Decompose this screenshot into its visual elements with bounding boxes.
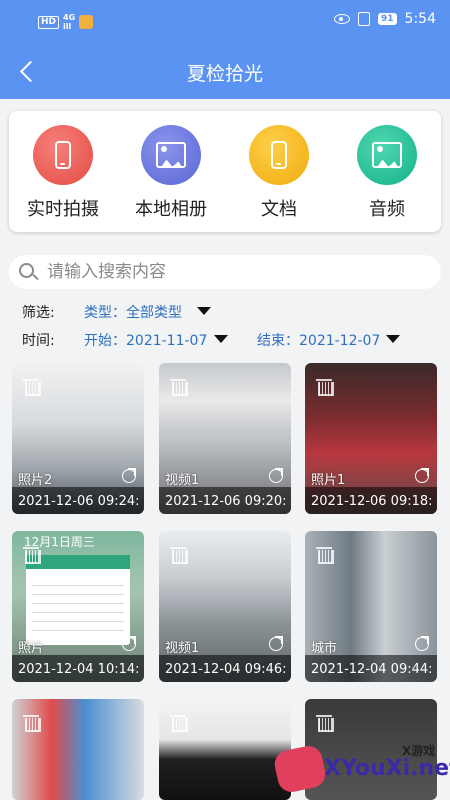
media-name: 视频1 (165, 641, 200, 656)
share-icon[interactable] (122, 468, 136, 483)
share-icon[interactable] (122, 636, 136, 651)
trash-icon[interactable] (23, 715, 41, 732)
media-footer: 2021-12-04 10:14: (12, 655, 144, 682)
signal-icon: 4G ill (63, 13, 76, 31)
media-item[interactable]: 视频1 2021-12-04 09:46: (159, 531, 291, 682)
trash-icon[interactable] (170, 379, 188, 396)
source-album-button[interactable]: 本地相册 (123, 125, 219, 232)
filter-label: 筛选: (22, 305, 55, 321)
source-label: 文档 (261, 199, 297, 220)
image-icon (372, 142, 402, 168)
media-time: 2021-12-04 09:44: (311, 662, 433, 677)
type-filter[interactable]: 类型：全部类型 (84, 302, 182, 322)
album-source-icon (141, 125, 201, 185)
clock: 5:54 (404, 11, 436, 27)
media-name: 照片1 (311, 473, 346, 488)
media-footer: 2021-12-06 09:20: (159, 487, 291, 514)
battery-icon: 91 (378, 13, 397, 25)
site-watermark: X游戏 XYouXi.net (272, 740, 450, 800)
trash-icon[interactable] (23, 547, 41, 564)
source-label: 本地相册 (135, 199, 207, 220)
audio-source-icon (357, 125, 417, 185)
trash-icon[interactable] (316, 379, 334, 396)
gamepad-logo-icon (272, 743, 328, 795)
media-name: 城市 (311, 641, 338, 656)
search-bar (9, 255, 441, 289)
calendar-preview (26, 555, 130, 645)
share-icon[interactable] (415, 468, 429, 483)
end-date-filter[interactable]: 结束：2021-12-07 (257, 330, 380, 350)
media-item[interactable]: 照片2 2021-12-06 09:24: (12, 363, 144, 514)
media-time: 2021-12-06 09:18: (311, 494, 433, 509)
media-item[interactable]: 12月1日周三 照片 2021-12-04 10:14: (12, 531, 144, 682)
media-footer: 2021-12-04 09:46: (159, 655, 291, 682)
source-card: 实时拍摄 本地相册 文档 音频 (9, 111, 441, 232)
phone-icon (271, 141, 287, 169)
end-date-dropdown-icon[interactable] (386, 335, 400, 343)
hd-badge: HD (38, 15, 60, 29)
calendar-grid (32, 583, 124, 639)
trash-icon[interactable] (170, 547, 188, 564)
eye-icon (334, 14, 351, 24)
media-time: 2021-12-06 09:20: (165, 494, 287, 509)
app-notification-icon (79, 15, 94, 29)
share-icon[interactable] (269, 636, 283, 651)
media-footer: 2021-12-04 09:44: (305, 655, 437, 682)
status-bar: HD 4G ill 91 5:54 (0, 0, 450, 44)
image-icon (156, 142, 186, 168)
source-label: 实时拍摄 (27, 199, 99, 220)
source-camera-button[interactable]: 实时拍摄 (15, 125, 111, 232)
media-time: 2021-12-04 09:46: (165, 662, 287, 677)
search-input[interactable] (47, 255, 427, 289)
source-audio-button[interactable]: 音频 (339, 125, 435, 232)
trash-icon[interactable] (170, 715, 188, 732)
trash-icon[interactable] (23, 379, 41, 396)
trash-icon[interactable] (316, 547, 334, 564)
search-icon (19, 263, 34, 278)
start-date-filter[interactable]: 开始：2021-11-07 (84, 330, 207, 350)
app-bar: 夏检拾光 (0, 44, 450, 99)
watermark-text: XYouXi.net (324, 756, 450, 781)
media-footer: 2021-12-06 09:24: (12, 487, 144, 514)
camera-source-icon (33, 125, 93, 185)
time-label: 时间: (22, 333, 55, 349)
media-time: 2021-12-04 10:14: (18, 662, 140, 677)
media-item[interactable]: 城市 2021-12-04 09:44: (305, 531, 437, 682)
vibrate-icon (358, 12, 371, 26)
media-item[interactable]: 视频1 2021-12-06 09:20: (159, 363, 291, 514)
document-source-icon (249, 125, 309, 185)
media-time: 2021-12-06 09:24: (18, 494, 140, 509)
phone-icon (55, 141, 71, 169)
share-icon[interactable] (415, 636, 429, 651)
media-name: 照片2 (18, 473, 53, 488)
share-icon[interactable] (269, 468, 283, 483)
media-item[interactable] (12, 699, 144, 800)
source-label: 音频 (369, 199, 405, 220)
media-item[interactable] (159, 699, 291, 800)
start-date-dropdown-icon[interactable] (214, 335, 228, 343)
calendar-header (26, 555, 130, 569)
media-item[interactable]: 照片1 2021-12-06 09:18: (305, 363, 437, 514)
type-dropdown-icon[interactable] (197, 307, 211, 315)
trash-icon[interactable] (316, 715, 334, 732)
media-name: 视频1 (165, 473, 200, 488)
media-name: 照片 (18, 641, 45, 656)
media-footer: 2021-12-06 09:18: (305, 487, 437, 514)
source-document-button[interactable]: 文档 (231, 125, 327, 232)
page-title: 夏检拾光 (186, 63, 263, 85)
